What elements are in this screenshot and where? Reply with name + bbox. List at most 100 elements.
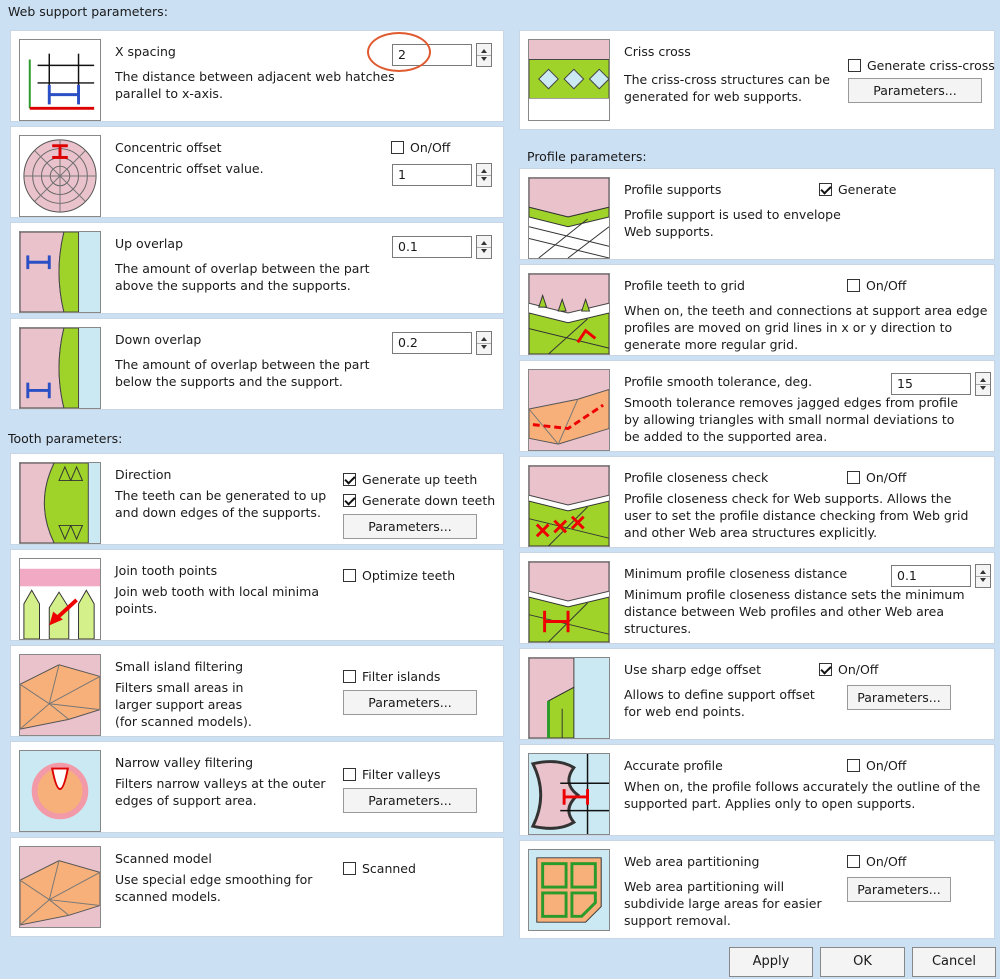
checkbox-box[interactable]	[819, 183, 832, 196]
up-overlap-desc: The amount of overlap between the part a…	[115, 261, 370, 293]
generate-down-teeth-checkbox[interactable]: Generate down teeth	[343, 492, 495, 509]
checkbox-box[interactable]	[847, 855, 860, 868]
down-overlap-spinner[interactable]	[476, 331, 492, 355]
concentric-desc: Concentric offset value.	[115, 161, 264, 176]
criss-cross-parameters-button[interactable]: Parameters...	[848, 78, 982, 103]
closeness-check-title: Profile closeness check	[624, 470, 769, 485]
scanned-model-title: Scanned model	[115, 851, 212, 866]
up-overlap-input[interactable]: 0.1	[392, 236, 472, 258]
down-overlap-input[interactable]: 0.2	[392, 332, 472, 354]
accurate-profile-checkbox[interactable]: On/Off	[847, 757, 906, 774]
up-overlap-title: Up overlap	[115, 236, 183, 251]
closeness-check-desc: Profile closeness check for Web supports…	[624, 491, 969, 540]
scanned-checkbox[interactable]: Scanned	[343, 860, 416, 877]
panel-smooth-tolerance: Profile smooth tolerance, deg. Smooth to…	[519, 360, 995, 452]
scanned-model-icon	[19, 846, 101, 928]
panel-join-tooth: Join tooth points Join web tooth with lo…	[10, 549, 504, 641]
checkbox-label: On/Off	[866, 278, 907, 293]
checkbox-label: Generate down teeth	[362, 493, 496, 508]
concentric-title: Concentric offset	[115, 140, 222, 155]
profile-teeth-title: Profile teeth to grid	[624, 278, 745, 293]
panel-small-island: Small island filtering Filters small are…	[10, 645, 504, 737]
accurate-profile-icon	[528, 753, 610, 835]
min-closeness-spinner[interactable]	[975, 564, 991, 588]
small-island-title: Small island filtering	[115, 659, 244, 674]
profile-teeth-checkbox[interactable]: On/Off	[847, 277, 906, 294]
x-spacing-desc: The distance between adjacent web hatche…	[115, 69, 395, 101]
checkbox-label: On/Off	[410, 140, 451, 155]
checkbox-box[interactable]	[343, 670, 356, 683]
checkbox-box[interactable]	[343, 494, 356, 507]
min-closeness-input[interactable]: 0.1	[891, 565, 971, 587]
direction-parameters-button[interactable]: Parameters...	[343, 514, 477, 539]
checkbox-label: Generate criss-cross	[867, 58, 995, 73]
generate-criss-cross-checkbox[interactable]: Generate criss-cross	[848, 57, 995, 74]
panel-direction: Direction The teeth can be generated to …	[10, 453, 504, 545]
panel-concentric-offset: Concentric offset Concentric offset valu…	[10, 126, 504, 218]
web-support-header: Web support parameters:	[8, 4, 168, 19]
checkbox-label: Optimize teeth	[362, 568, 456, 583]
concentric-spinner[interactable]	[476, 163, 492, 187]
generate-profile-checkbox[interactable]: Generate	[819, 181, 896, 198]
sharp-edge-parameters-button[interactable]: Parameters...	[847, 685, 951, 710]
checkbox-box[interactable]	[343, 862, 356, 875]
checkbox-box[interactable]	[819, 663, 832, 676]
up-overlap-spinner[interactable]	[476, 235, 492, 259]
highlight-circle	[367, 32, 431, 72]
smooth-tolerance-input[interactable]: 15	[891, 373, 971, 395]
narrow-valley-parameters-button[interactable]: Parameters...	[343, 788, 477, 813]
panel-narrow-valley: Narrow valley filtering Filters narrow v…	[10, 741, 504, 833]
filter-islands-checkbox[interactable]: Filter islands	[343, 668, 440, 685]
smooth-tolerance-title: Profile smooth tolerance, deg.	[624, 374, 813, 389]
narrow-valley-icon	[19, 750, 101, 832]
accurate-profile-title: Accurate profile	[624, 758, 723, 773]
x-spacing-spinner[interactable]	[476, 43, 492, 67]
ok-button[interactable]: OK	[820, 947, 905, 977]
sharp-edge-desc: Allows to define support offset for web …	[624, 687, 815, 719]
sharp-edge-checkbox[interactable]: On/Off	[819, 661, 878, 678]
x-spacing-icon	[19, 39, 101, 121]
panel-min-closeness: Minimum profile closeness distance Minim…	[519, 552, 995, 644]
min-closeness-icon	[528, 561, 610, 643]
x-spacing-title: X spacing	[115, 44, 176, 59]
checkbox-box[interactable]	[343, 473, 356, 486]
checkbox-label: Generate up teeth	[362, 472, 478, 487]
checkbox-label: Generate	[838, 182, 897, 197]
panel-accurate-profile: Accurate profile When on, the profile fo…	[519, 744, 995, 836]
concentric-checkbox[interactable]: On/Off	[391, 139, 450, 156]
profile-header: Profile parameters:	[527, 149, 647, 164]
closeness-check-checkbox[interactable]: On/Off	[847, 469, 906, 486]
checkbox-box[interactable]	[847, 279, 860, 292]
profile-teeth-icon	[528, 273, 610, 355]
checkbox-box[interactable]	[391, 141, 404, 154]
partitioning-desc: Web area partitioning will subdivide lar…	[624, 879, 822, 928]
panel-down-overlap: Down overlap The amount of overlap betwe…	[10, 318, 504, 410]
checkbox-box[interactable]	[343, 768, 356, 781]
partitioning-parameters-button[interactable]: Parameters...	[847, 877, 951, 902]
panel-partitioning: Web area partitioning Web area partition…	[519, 840, 995, 939]
profile-teeth-desc: When on, the teeth and connections at su…	[624, 303, 988, 352]
direction-icon	[19, 462, 101, 544]
checkbox-label: Scanned	[362, 861, 416, 876]
small-island-parameters-button[interactable]: Parameters...	[343, 690, 477, 715]
checkbox-box[interactable]	[343, 569, 356, 582]
generate-up-teeth-checkbox[interactable]: Generate up teeth	[343, 471, 477, 488]
checkbox-label: On/Off	[866, 758, 907, 773]
checkbox-box[interactable]	[847, 759, 860, 772]
closeness-check-icon	[528, 465, 610, 547]
apply-button[interactable]: Apply	[729, 947, 813, 977]
small-island-desc: Filters small areas in larger support ar…	[115, 680, 252, 729]
direction-title: Direction	[115, 467, 172, 482]
down-overlap-icon	[19, 327, 101, 409]
optimize-teeth-checkbox[interactable]: Optimize teeth	[343, 567, 455, 584]
checkbox-box[interactable]	[847, 471, 860, 484]
checkbox-box[interactable]	[848, 59, 861, 72]
scanned-model-desc: Use special edge smoothing for scanned m…	[115, 872, 313, 904]
partitioning-checkbox[interactable]: On/Off	[847, 853, 906, 870]
profile-supports-desc: Profile support is used to envelope Web …	[624, 207, 841, 239]
cancel-button[interactable]: Cancel	[912, 947, 996, 977]
concentric-input[interactable]: 1	[392, 164, 472, 186]
smooth-tolerance-spinner[interactable]	[975, 372, 991, 396]
down-overlap-desc: The amount of overlap between the part b…	[115, 357, 370, 389]
filter-valleys-checkbox[interactable]: Filter valleys	[343, 766, 441, 783]
